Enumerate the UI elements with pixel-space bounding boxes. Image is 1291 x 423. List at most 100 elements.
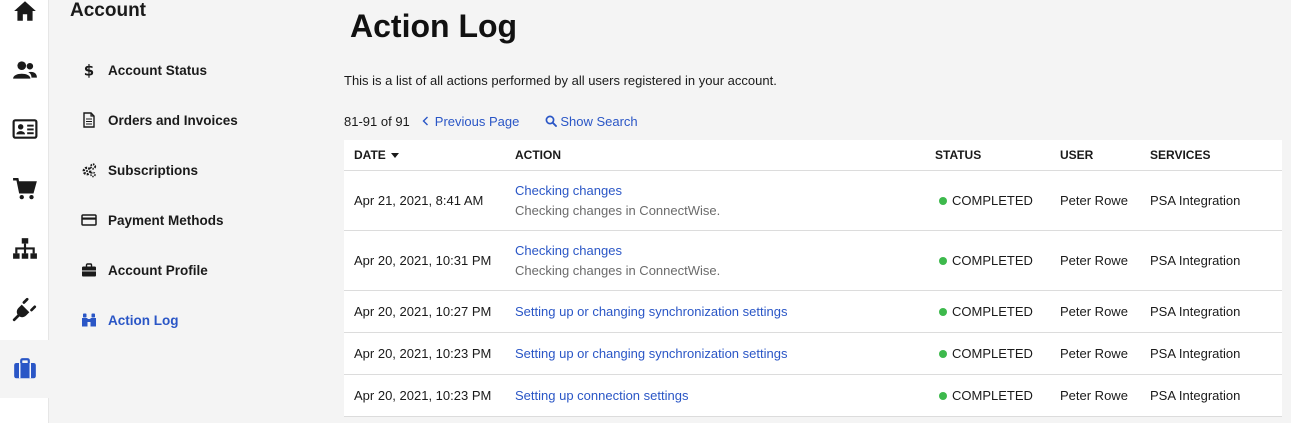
row-user: Peter Rowe xyxy=(1060,388,1128,403)
show-search-label: Show Search xyxy=(560,113,638,129)
action-link[interactable]: Setting up or changing synchronization s… xyxy=(515,346,935,361)
status-dot-icon xyxy=(939,256,947,265)
row-status: COMPLETED xyxy=(935,193,1060,208)
previous-page-link[interactable]: Previous Page xyxy=(420,113,520,129)
show-search-link[interactable]: Show Search xyxy=(545,113,638,129)
subnav-item-label: Orders and Invoices xyxy=(108,112,238,128)
credit-card-icon xyxy=(80,211,98,229)
row-service: PSA Integration xyxy=(1150,193,1241,208)
subnav-item-account-status[interactable]: $ Account Status xyxy=(80,58,207,82)
subnav-item-label: Account Profile xyxy=(108,262,208,278)
previous-page-label: Previous Page xyxy=(434,113,520,129)
row-action: Setting up or changing synchronization s… xyxy=(515,304,935,319)
subnav-item-label: Account Status xyxy=(108,62,208,78)
rail-contacts[interactable] xyxy=(0,100,49,158)
row-date: Apr 20, 2021, 10:23 PM xyxy=(354,346,492,361)
row-action: Setting up connection settings xyxy=(515,388,935,403)
column-header-status: STATUS xyxy=(935,148,982,162)
status-dot-icon xyxy=(939,307,947,316)
rail-users[interactable] xyxy=(0,41,49,99)
status-dot-icon xyxy=(939,391,947,400)
document-icon xyxy=(80,111,98,129)
status-badge: COMPLETED xyxy=(952,304,1033,319)
status-badge: COMPLETED xyxy=(952,346,1033,361)
column-header-user: USER xyxy=(1060,148,1094,162)
briefcase-icon xyxy=(80,261,98,279)
column-header-services: SERVICES xyxy=(1150,148,1211,162)
action-link[interactable]: Checking changes xyxy=(515,243,935,258)
contact-card-icon xyxy=(12,119,37,139)
result-range: 81-91 of 91 xyxy=(344,113,410,129)
row-date: Apr 20, 2021, 10:31 PM xyxy=(354,253,492,268)
subnav-item-account-profile[interactable]: Account Profile xyxy=(80,258,208,282)
row-date: Apr 20, 2021, 10:23 PM xyxy=(354,388,492,403)
users-icon xyxy=(12,61,37,79)
column-header-date[interactable]: DATE xyxy=(344,148,515,162)
table-row: Apr 20, 2021, 10:23 PM Setting up connec… xyxy=(344,375,1282,417)
row-user: Peter Rowe xyxy=(1060,193,1128,208)
action-log-table: DATE ACTION STATUS USER SERVICES Apr 21,… xyxy=(344,140,1282,417)
subnav-item-subscriptions[interactable]: Subscriptions xyxy=(80,158,198,182)
row-service: PSA Integration xyxy=(1150,346,1241,361)
hierarchy-icon xyxy=(12,238,37,259)
action-detail: Checking changes in ConnectWise. xyxy=(515,203,721,218)
row-user: Peter Rowe xyxy=(1060,253,1128,268)
table-row: Apr 21, 2021, 8:41 AM Checking changes C… xyxy=(344,171,1282,231)
briefcase-icon xyxy=(13,358,36,379)
main-content: Action Log This is a list of all actions… xyxy=(344,0,1282,423)
status-badge: COMPLETED xyxy=(952,253,1033,268)
icon-rail xyxy=(0,0,49,423)
status-dot-icon xyxy=(939,349,947,358)
action-link[interactable]: Setting up connection settings xyxy=(515,388,935,403)
row-status: COMPLETED xyxy=(935,253,1060,268)
rail-integrations[interactable] xyxy=(0,280,49,338)
sort-desc-icon xyxy=(390,152,399,158)
action-detail: Checking changes in ConnectWise. xyxy=(515,263,721,278)
subnav-item-action-log[interactable]: Action Log xyxy=(80,308,179,332)
table-row: Apr 20, 2021, 10:23 PM Setting up or cha… xyxy=(344,333,1282,375)
cart-icon xyxy=(12,178,37,200)
gears-icon xyxy=(80,161,98,179)
account-subnav: Account $ Account Status Orders and Invo… xyxy=(50,0,325,423)
row-user: Peter Rowe xyxy=(1060,304,1128,319)
row-date: Apr 21, 2021, 8:41 AM xyxy=(354,193,484,208)
subnav-item-orders-invoices[interactable]: Orders and Invoices xyxy=(80,108,238,132)
rail-home[interactable] xyxy=(0,0,49,40)
pagination-bar: 81-91 of 91 Previous Page Show Search xyxy=(344,112,664,130)
row-status: COMPLETED xyxy=(935,304,1060,319)
row-action: Checking changes Checking changes in Con… xyxy=(515,243,935,278)
plug-icon xyxy=(12,297,36,322)
rail-hierarchy[interactable] xyxy=(0,220,49,278)
dollar-icon: $ xyxy=(80,61,98,79)
binoculars-icon xyxy=(80,311,98,329)
subnav-item-label: Action Log xyxy=(108,312,179,328)
svg-text:$: $ xyxy=(84,62,94,78)
row-user: Peter Rowe xyxy=(1060,346,1128,361)
subnav-item-label: Payment Methods xyxy=(108,212,224,228)
table-row: Apr 20, 2021, 10:31 PM Checking changes … xyxy=(344,231,1282,291)
row-action: Checking changes Checking changes in Con… xyxy=(515,183,935,218)
table-header: DATE ACTION STATUS USER SERVICES xyxy=(344,140,1282,171)
row-date: Apr 20, 2021, 10:27 PM xyxy=(354,304,492,319)
subnav-item-payment-methods[interactable]: Payment Methods xyxy=(80,208,224,232)
status-dot-icon xyxy=(939,196,947,205)
action-link[interactable]: Setting up or changing synchronization s… xyxy=(515,304,935,319)
row-service: PSA Integration xyxy=(1150,388,1241,403)
row-service: PSA Integration xyxy=(1150,253,1241,268)
table-row: Apr 20, 2021, 10:27 PM Setting up or cha… xyxy=(344,291,1282,333)
rail-cart[interactable] xyxy=(0,160,49,218)
subnav-title: Account xyxy=(70,0,146,21)
page-title: Action Log xyxy=(350,8,518,44)
action-link[interactable]: Checking changes xyxy=(515,183,935,198)
status-badge: COMPLETED xyxy=(952,388,1033,403)
row-action: Setting up or changing synchronization s… xyxy=(515,346,935,361)
rail-account[interactable] xyxy=(0,340,49,398)
status-badge: COMPLETED xyxy=(952,193,1033,208)
page-description: This is a list of all actions performed … xyxy=(344,73,777,88)
row-status: COMPLETED xyxy=(935,346,1060,361)
column-header-action: ACTION xyxy=(515,148,561,162)
chevron-left-icon xyxy=(422,116,428,126)
search-icon xyxy=(545,115,558,127)
subnav-item-label: Subscriptions xyxy=(108,162,199,178)
row-service: PSA Integration xyxy=(1150,304,1241,319)
